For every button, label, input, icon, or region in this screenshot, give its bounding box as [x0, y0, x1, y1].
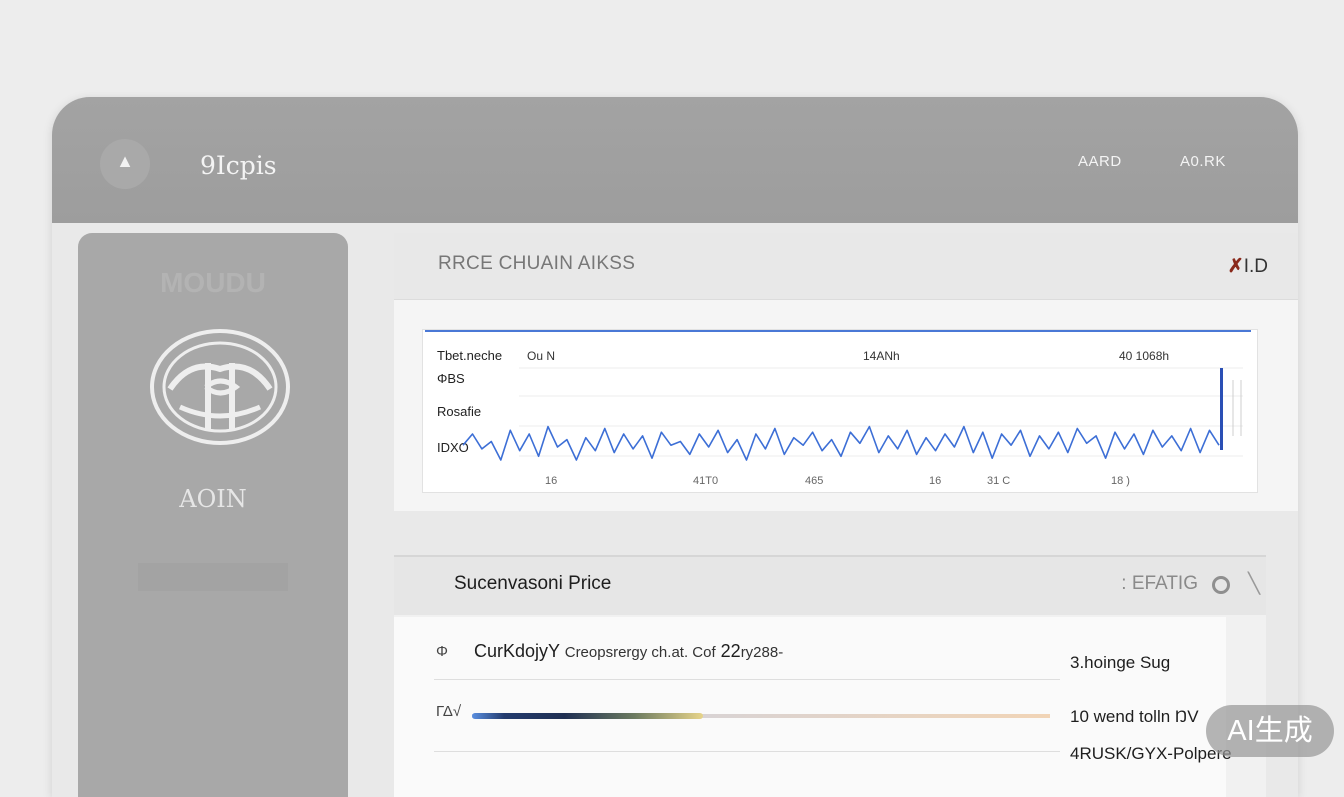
sidebar-label: AOIN — [179, 485, 247, 513]
chart-row-label: Tbet.neche — [437, 348, 502, 363]
price-chart: Tbet.neche ΦBS Rosafie IDXO Ou N 14ANh 40 1068… — [425, 330, 1251, 487]
chart-current-marker — [1220, 368, 1223, 450]
slash-icon[interactable]: ╲ — [1248, 571, 1260, 596]
x-tick-label: 18 ) — [1111, 475, 1130, 487]
close-icon: ✗ — [1227, 256, 1244, 277]
x-tick-label: 31 C — [987, 475, 1010, 487]
chart-panel: RRCE CHUAIN AIKSS ✗I.D Tbet.neche ΦBS Rosa… — [394, 233, 1298, 511]
chart-row-label: Rosafie — [437, 404, 481, 419]
circle-icon[interactable] — [1212, 576, 1230, 594]
list-item-detail: Creopsrergy ch.at. Cof — [564, 644, 716, 661]
status-prefix: : — [1121, 573, 1127, 594]
chart-top-label: Ou N — [527, 349, 555, 363]
list-item-right-2: 10 wend tolln ŊV — [1070, 707, 1199, 726]
list-item-text: CurKdojyY Creopsrergy ch.at. Cof 22ry288… — [474, 641, 783, 662]
list-item-suffix: 22 — [720, 641, 741, 661]
sidebar-heading: MOUDU — [160, 267, 266, 298]
chart-top-label: 14ANh — [863, 349, 900, 363]
list-panel-body: Φ CurKdojyY Creopsrergy ch.at. Cof 22ry2… — [394, 617, 1232, 797]
top-bar: ▲ 9Icpis AARD A0.RK — [52, 97, 1298, 223]
nav-item-1[interactable]: AARD — [1078, 153, 1122, 170]
list-panel: Sucenvasoni Price : EFATIG ╲ Φ CurKdojyY… — [394, 555, 1266, 797]
list-item[interactable]: Φ CurKdojyY Creopsrergy ch.at. Cof 22ry2… — [434, 635, 1060, 680]
progress-track — [472, 713, 1050, 719]
list-item-suffix2: ry288- — [740, 644, 784, 661]
chart-series-line — [462, 425, 1220, 461]
app-window: ▲ 9Icpis AARD A0.RK MOUDU AOIN RRCE CHUA… — [52, 97, 1298, 797]
list-item-icon: Φ — [436, 643, 448, 660]
progress-fill — [472, 713, 704, 719]
close-label: I.D — [1243, 256, 1268, 277]
list-item-icon: ΓΔ√ — [436, 703, 462, 720]
chart-row-label: IDXO — [437, 440, 469, 455]
sidebar-placeholder — [138, 563, 288, 591]
chart-row-label: ΦBS — [437, 371, 465, 386]
list-item[interactable]: ΓΔ√ — [434, 695, 1060, 752]
x-tick-label: 41T0 — [693, 475, 718, 487]
emblem-icon — [150, 329, 290, 454]
status-label: EFATIG — [1131, 573, 1198, 594]
chart-accent-line — [425, 330, 1251, 332]
ai-generated-badge: AI生成 — [1206, 705, 1334, 757]
list-item-main: CurKdojyY — [474, 641, 560, 661]
chart-panel-title: RRCE CHUAIN AIKSS — [438, 253, 636, 274]
status-text: : EFATIG — [1121, 573, 1198, 595]
chart-top-label: 40 1068h — [1119, 349, 1169, 363]
x-tick-label: 16 — [929, 475, 941, 487]
chevron-up-icon[interactable]: ▲ — [100, 139, 150, 189]
list-item-right-1: 3.hoinge Sug — [1070, 653, 1171, 672]
x-tick-label: 465 — [805, 475, 823, 487]
x-tick-label: 16 — [545, 475, 557, 487]
list-item-right-3: 4RUSK/GYX-Polpere — [1070, 744, 1232, 763]
chart-panel-header: RRCE CHUAIN AIKSS ✗I.D — [394, 233, 1298, 300]
nav-item-2[interactable]: A0.RK — [1180, 153, 1226, 170]
list-panel-title: Sucenvasoni Price — [454, 573, 612, 594]
chart-card: Tbet.neche ΦBS Rosafie IDXO Ou N 14ANh 40 1068… — [422, 329, 1258, 493]
sidebar: MOUDU AOIN — [78, 233, 348, 797]
list-panel-header: Sucenvasoni Price : EFATIG ╲ — [394, 557, 1266, 615]
brand-name: 9Icpis — [200, 151, 277, 180]
close-button[interactable]: ✗I.D — [1228, 255, 1268, 278]
